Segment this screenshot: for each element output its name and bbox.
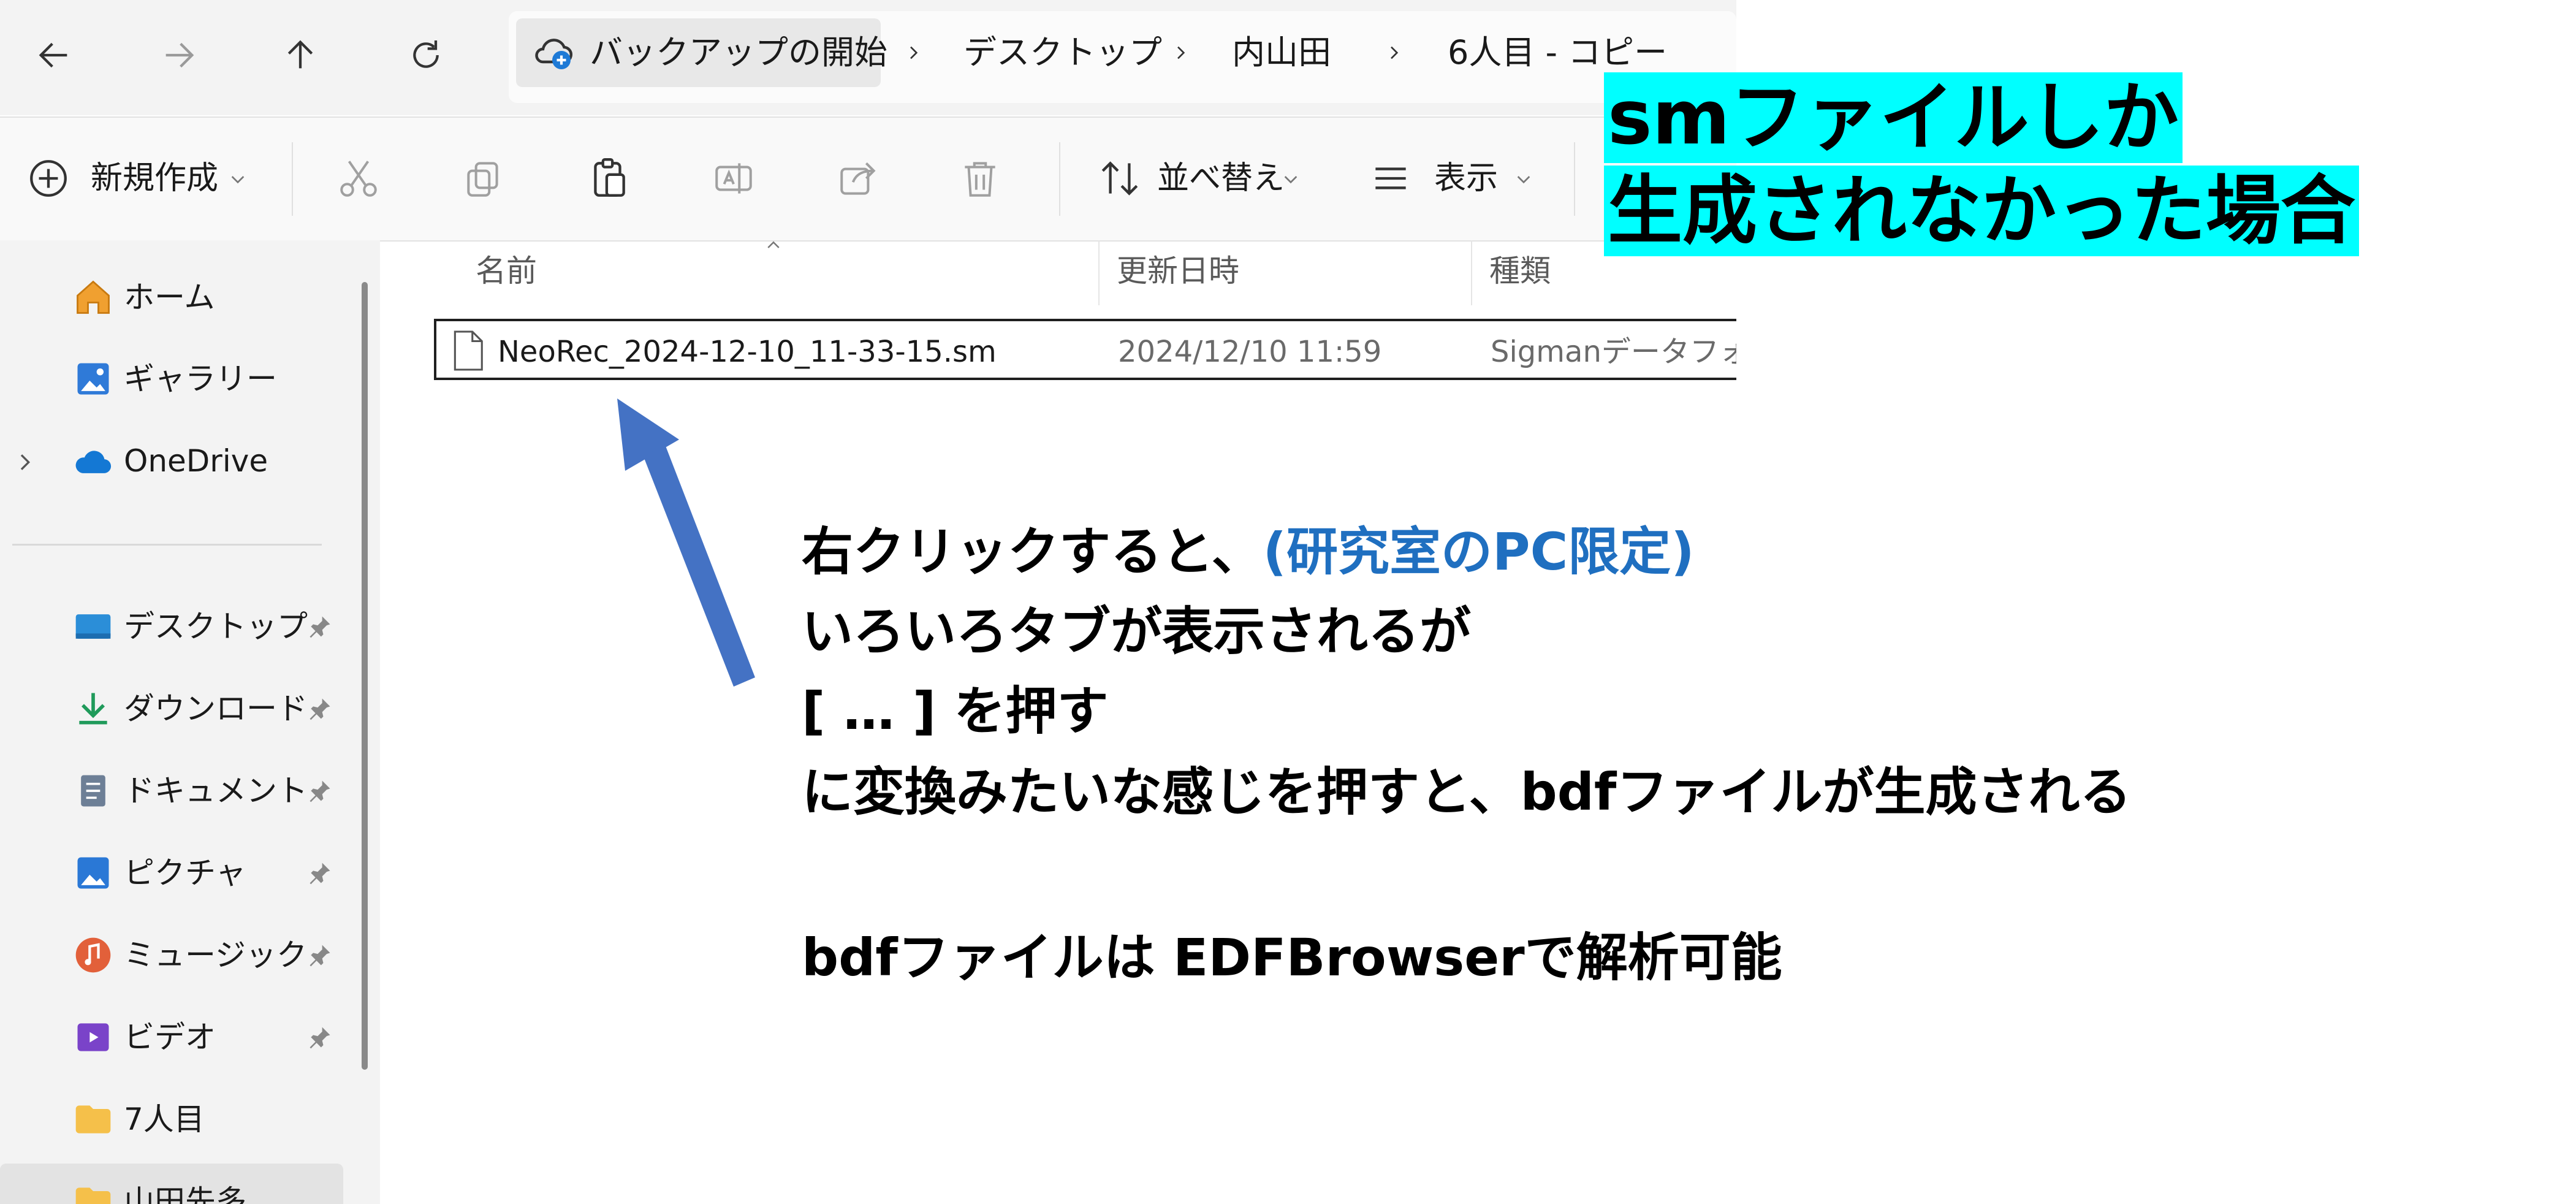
- breadcrumb-item[interactable]: 6人目 - コピー: [1448, 31, 1667, 75]
- plus-circle-icon[interactable]: [26, 156, 71, 201]
- sidebar-item-label: ドキュメント: [124, 773, 308, 809]
- lab-pc-only-note: (研究室のPC限定): [1263, 522, 1695, 582]
- sidebar-item-label: デスクトップ: [124, 609, 308, 644]
- instruction-line-3: [ … ] を押す: [802, 681, 1109, 741]
- chevron-right-icon[interactable]: [901, 31, 925, 75]
- sort-chevron-up-icon: [761, 235, 786, 254]
- file-row[interactable]: NeoRec_2024-12-10_11-33-15.sm 2024/12/10…: [434, 319, 1736, 380]
- chevron-right-icon[interactable]: [12, 450, 37, 474]
- breadcrumb-item[interactable]: デスクトップ: [963, 31, 1162, 75]
- sidebar-item-gallery[interactable]: ギャラリー: [0, 342, 355, 416]
- paste-icon[interactable]: [586, 156, 631, 201]
- view-list-icon[interactable]: [1368, 156, 1413, 201]
- instruction-text: 右クリックすると、: [802, 522, 1263, 582]
- column-header-modified[interactable]: 更新日時: [1117, 245, 1239, 297]
- sidebar-item-label: ビデオ: [124, 1019, 216, 1055]
- arrow-left-icon: [39, 42, 67, 68]
- chevron-right-icon[interactable]: [1381, 31, 1406, 75]
- instruction-line-5: bdfファイルは EDFBrowserで解析可能: [802, 928, 1782, 988]
- pin-icon[interactable]: [306, 942, 333, 969]
- breadcrumb-item[interactable]: バックアップの開始: [590, 31, 887, 75]
- navigation-bar: バックアップの開始 デスクトップ 内山田 6人目 - コピー: [0, 0, 1736, 115]
- folder-icon: [72, 1181, 114, 1204]
- document-icon: [72, 770, 114, 812]
- sidebar-item-label: ピクチャ: [124, 855, 246, 891]
- new-button[interactable]: 新規作成: [91, 156, 218, 201]
- instruction-line-2: いろいろタブが表示されるが: [802, 601, 1472, 661]
- sidebar-item-folder[interactable]: 山田先多: [0, 1165, 355, 1204]
- back-button[interactable]: [23, 25, 85, 86]
- chevron-right-icon[interactable]: [1168, 31, 1193, 75]
- refresh-icon: [413, 40, 439, 68]
- sort-button[interactable]: 並べ替え: [1157, 156, 1285, 201]
- toolbar-divider: [1059, 142, 1060, 216]
- cloud-icon: [72, 440, 114, 482]
- chevron-down-icon[interactable]: [228, 169, 248, 189]
- file-modified: 2024/12/10 11:59: [1118, 335, 1382, 369]
- music-icon: [72, 934, 114, 976]
- home-icon: [72, 276, 114, 318]
- pin-icon[interactable]: [306, 695, 333, 722]
- sidebar-divider: [12, 544, 322, 546]
- sidebar-item-onedrive[interactable]: OneDrive: [0, 424, 355, 498]
- pin-icon[interactable]: [306, 613, 333, 640]
- arrow-up-icon: [287, 40, 313, 69]
- toolbar-divider: [292, 142, 293, 216]
- sidebar-item-desktop[interactable]: デスクトップ: [0, 590, 355, 663]
- sidebar-item-label: ギャラリー: [124, 361, 277, 397]
- sort-icon[interactable]: [1097, 156, 1142, 201]
- delete-icon[interactable]: [957, 156, 1003, 201]
- pointer-arrow: [617, 398, 755, 687]
- file-name[interactable]: NeoRec_2024-12-10_11-33-15.sm: [498, 335, 997, 369]
- copy-icon[interactable]: [461, 156, 506, 201]
- video-icon: [72, 1016, 114, 1058]
- arrow-right-icon: [165, 42, 194, 68]
- sidebar-item-folder[interactable]: 7人目: [0, 1083, 355, 1156]
- breadcrumb-item[interactable]: 内山田: [1232, 31, 1331, 75]
- folder-icon: [72, 1099, 114, 1140]
- sidebar-item-home[interactable]: ホーム: [0, 261, 355, 334]
- sidebar-item-music[interactable]: ミュージック: [0, 918, 355, 992]
- pictures-icon: [72, 852, 114, 894]
- sidebar-item-label: 山田先多: [124, 1184, 246, 1204]
- share-icon[interactable]: [836, 156, 881, 201]
- refresh-button[interactable]: [395, 25, 457, 86]
- column-divider[interactable]: [1471, 240, 1472, 305]
- column-divider[interactable]: [1098, 240, 1100, 305]
- gallery-icon: [72, 358, 114, 400]
- sidebar-item-label: ホーム: [124, 280, 215, 315]
- file-type: Sigmanデータフォー...: [1491, 335, 1736, 369]
- sidebar-item-label: 7人目: [124, 1102, 205, 1137]
- toolbar-divider: [1574, 142, 1575, 216]
- sidebar-item-label: OneDrive: [124, 443, 268, 479]
- chevron-down-icon[interactable]: [1281, 169, 1301, 189]
- sidebar-scrollbar[interactable]: [362, 282, 368, 1070]
- sidebar-item-label: ダウンロード: [124, 691, 308, 726]
- view-button[interactable]: 表示: [1434, 156, 1498, 201]
- cut-icon[interactable]: [336, 156, 381, 201]
- desktop-icon: [72, 606, 114, 647]
- pin-icon[interactable]: [306, 777, 333, 804]
- sidebar-item-documents[interactable]: ドキュメント: [0, 754, 355, 828]
- title-line-2: 生成されなかった場合: [1604, 166, 2359, 256]
- sidebar-item-videos[interactable]: ビデオ: [0, 1000, 355, 1074]
- pin-icon[interactable]: [306, 1024, 333, 1051]
- up-button[interactable]: [270, 25, 331, 86]
- chevron-down-icon[interactable]: [1514, 169, 1533, 189]
- column-header-name[interactable]: 名前: [476, 245, 537, 297]
- instruction-line-4: に変換みたいな感じを押すと、bdfファイルが生成される: [802, 762, 2132, 822]
- sidebar-item-downloads[interactable]: ダウンロード: [0, 672, 355, 745]
- file-icon: [449, 330, 487, 371]
- backup-cloud-icon: [532, 31, 576, 75]
- title-line-1: smファイルしか: [1604, 72, 2183, 163]
- sidebar-item-label: ミュージック: [124, 937, 307, 973]
- sidebar-item-pictures[interactable]: ピクチャ: [0, 836, 355, 910]
- download-icon: [72, 688, 114, 730]
- instruction-line-1: 右クリックすると、(研究室のPC限定): [802, 520, 1695, 584]
- pin-icon[interactable]: [306, 859, 333, 886]
- forward-button[interactable]: [148, 25, 210, 86]
- column-header-type[interactable]: 種類: [1489, 245, 1551, 297]
- command-toolbar: 新規作成 並べ替え 表示: [0, 116, 1736, 242]
- rename-icon[interactable]: [711, 156, 756, 201]
